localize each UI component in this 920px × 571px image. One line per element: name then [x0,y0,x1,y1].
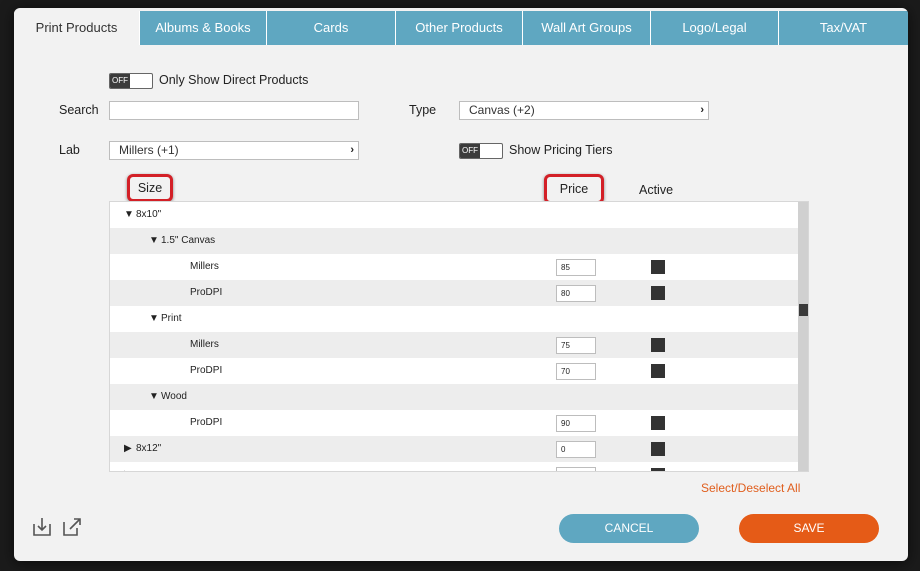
table-row[interactable]: ▼ 8x10" [110,202,798,228]
tiers-toggle-state: OFF [460,144,480,158]
active-checkbox[interactable] [651,468,665,471]
type-label: Type [409,103,437,117]
active-checkbox[interactable] [651,260,665,274]
tab-tax-vat[interactable]: Tax/VAT [778,11,908,45]
type-value: Canvas (+2) [469,103,535,117]
price-column-header[interactable]: Price [544,174,604,204]
expand-triangle-icon[interactable]: ▼ [149,384,161,410]
price-input[interactable]: 90 [556,415,596,432]
collapsed-triangle-icon[interactable]: ▶ [124,462,136,471]
search-label: Search [59,103,99,117]
save-button[interactable]: SAVE [739,514,879,543]
expand-triangle-icon[interactable]: ▼ [149,306,161,332]
price-input[interactable]: 80 [556,285,596,302]
table-row[interactable]: ▼ Wood [110,384,798,410]
tab-albums-books[interactable]: Albums & Books [139,11,266,45]
active-checkbox[interactable] [651,442,665,456]
active-column-header: Active [639,183,674,197]
cancel-button[interactable]: CANCEL [559,514,699,543]
direct-products-toggle[interactable]: OFF [109,73,153,89]
select-deselect-all-link[interactable]: Select/Deselect All [701,481,800,495]
tab-other-products[interactable]: Other Products [395,11,522,45]
direct-products-label: Only Show Direct Products [159,73,309,87]
table-row[interactable]: ▶ 8x12" 0 [110,436,798,462]
chevron-right-icon: › [700,104,704,116]
active-checkbox[interactable] [651,416,665,430]
price-input[interactable]: 70 [556,363,596,380]
price-input[interactable]: 85 [556,259,596,276]
table-row: ProDPI 70 [110,358,798,384]
expand-triangle-icon[interactable]: ▼ [124,202,136,228]
lab-label: Lab [59,143,80,157]
lab-value: Millers (+1) [119,143,179,157]
pricing-table: ▼ 8x10" ▼ 1.5" Canvas Millers 85 ProDPI 80… [109,201,809,472]
tab-bar: Print Products Albums & Books Cards Othe… [14,11,908,45]
table-row[interactable]: ▼ Print [110,306,798,332]
pricing-tiers-toggle[interactable]: OFF [459,143,503,159]
table-row[interactable]: ▶ [110,462,798,471]
table-row: ProDPI 90 [110,410,798,436]
scrollbar-thumb[interactable] [799,304,808,316]
search-input[interactable] [109,101,359,120]
price-input[interactable]: 75 [556,337,596,354]
size-column-header[interactable]: Size [127,174,173,202]
lab-select[interactable]: Millers (+1) › [109,141,359,160]
tab-print-products[interactable]: Print Products [14,11,139,45]
expand-triangle-icon[interactable]: ▼ [149,228,161,254]
import-icon[interactable] [31,516,53,538]
table-row[interactable]: ▼ 1.5" Canvas [110,228,798,254]
price-input[interactable]: 0 [556,441,596,458]
table-row: Millers 75 [110,332,798,358]
tab-logo-legal[interactable]: Logo/Legal [650,11,778,45]
active-checkbox[interactable] [651,338,665,352]
collapsed-triangle-icon[interactable]: ▶ [124,436,136,462]
table-scrollbar[interactable] [798,202,808,471]
active-checkbox[interactable] [651,364,665,378]
tab-cards[interactable]: Cards [266,11,395,45]
table-row: Millers 85 [110,254,798,280]
active-checkbox[interactable] [651,286,665,300]
type-select[interactable]: Canvas (+2) › [459,101,709,120]
table-row: ProDPI 80 [110,280,798,306]
pricing-tiers-label: Show Pricing Tiers [509,143,613,157]
pricing-dialog: Print Products Albums & Books Cards Othe… [14,8,908,561]
price-input[interactable] [556,467,596,471]
tab-wall-art-groups[interactable]: Wall Art Groups [522,11,650,45]
external-link-icon[interactable] [61,516,83,538]
direct-toggle-state: OFF [110,74,130,88]
chevron-right-icon: › [350,144,354,156]
